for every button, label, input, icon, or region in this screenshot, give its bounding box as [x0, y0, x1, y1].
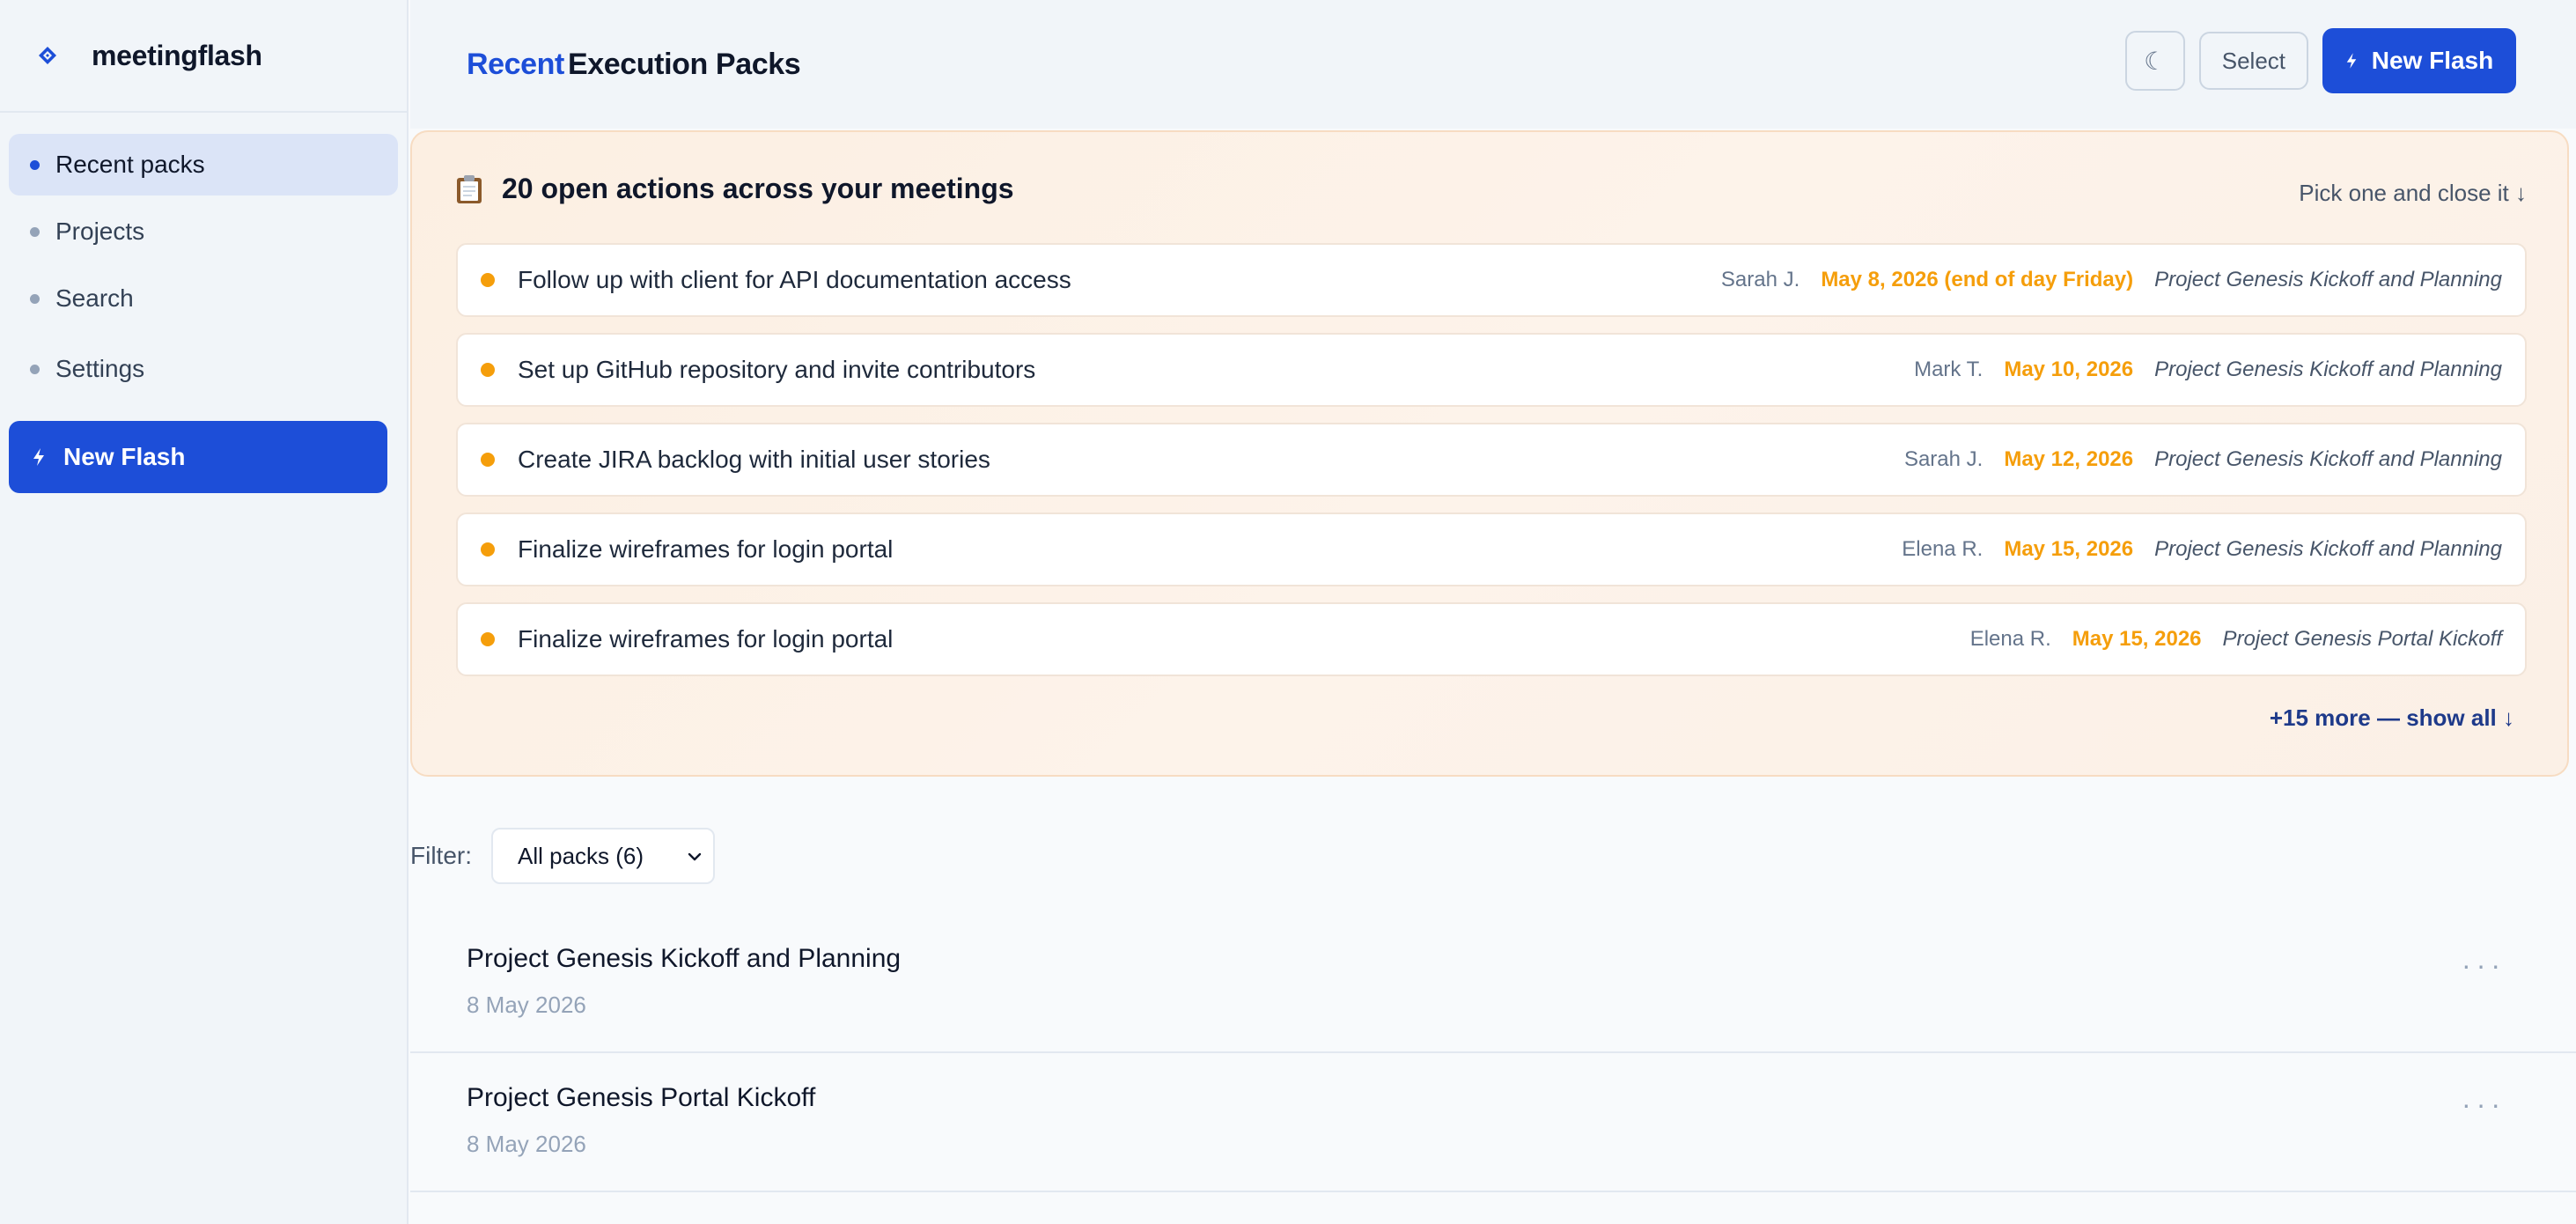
action-list: Follow up with client for API documentat… — [456, 243, 2527, 692]
new-flash-label: New Flash — [2371, 47, 2494, 74]
page-title-rest: Execution Packs — [567, 47, 801, 81]
pick-one-hint[interactable]: Pick one and close it ↓ — [2299, 180, 2527, 207]
status-dot-icon — [481, 453, 495, 467]
status-dot-icon — [481, 632, 495, 646]
sidebar-nav: Recent packs Projects Search Settings — [0, 113, 407, 400]
bolt-icon — [2345, 52, 2358, 70]
pack-row[interactable]: Project Genesis Kickoff and Planning 8 M… — [410, 914, 2576, 1053]
action-item[interactable]: Finalize wireframes for login portal Ele… — [456, 602, 2527, 676]
select-button[interactable]: Select — [2198, 32, 2308, 90]
sidebar-item-projects[interactable]: Projects — [9, 201, 398, 262]
status-dot-icon — [481, 542, 495, 557]
action-due-date: May 15, 2026 — [2004, 537, 2134, 561]
sidebar-item-label: Projects — [55, 218, 145, 245]
select-button-label: Select — [2221, 47, 2285, 74]
action-item[interactable]: Follow up with client for API documentat… — [456, 243, 2527, 317]
bullet-icon — [30, 364, 40, 374]
diamond-logo-icon — [33, 41, 62, 70]
filter-select[interactable]: All packs (6) — [491, 828, 715, 884]
sidebar-item-search[interactable]: Search — [9, 268, 398, 329]
pack-name: Project Genesis Kickoff and Planning — [467, 944, 902, 973]
sidebar-item-label: Settings — [55, 355, 145, 382]
chevron-down-icon — [685, 845, 704, 873]
bolt-icon — [32, 447, 46, 467]
action-owner: Sarah J. — [1903, 447, 1984, 471]
filter-selected-value: All packs (6) — [518, 842, 644, 869]
more-options-icon[interactable]: ··· — [2462, 949, 2506, 982]
sidebar: meetingflash Recent packs Projects Searc… — [0, 0, 408, 1224]
bullet-icon — [30, 226, 40, 237]
moon-icon: ☾ — [2144, 47, 2167, 75]
action-owner: Elena R. — [1902, 537, 1984, 561]
action-title: Set up GitHub repository and invite cont… — [518, 356, 1036, 383]
action-due-date: May 12, 2026 — [2004, 447, 2134, 471]
bullet-icon — [30, 293, 40, 304]
theme-toggle-button[interactable]: ☾ — [2124, 31, 2185, 91]
action-title: Follow up with client for API documentat… — [518, 266, 1071, 293]
app-name: meetingflash — [92, 39, 262, 71]
pack-list: Project Genesis Kickoff and Planning 8 M… — [410, 914, 2576, 1192]
status-dot-icon — [481, 273, 495, 287]
action-title: Finalize wireframes for login portal — [518, 625, 894, 653]
open-actions-panel: 20 open actions across your meetings Pic… — [410, 130, 2569, 777]
sidebar-item-recent-packs[interactable]: Recent packs — [9, 134, 398, 195]
action-project: Project Genesis Kickoff and Planning — [2154, 268, 2502, 291]
action-project: Project Genesis Kickoff and Planning — [2154, 447, 2502, 471]
pack-name: Project Genesis Portal Kickoff — [467, 1083, 816, 1112]
action-due-date: May 8, 2026 (end of day Friday) — [1821, 268, 2134, 291]
action-due-date: May 10, 2026 — [2004, 358, 2134, 381]
action-owner: Mark T. — [1914, 358, 1984, 381]
sidebar-new-flash-button[interactable]: New Flash — [9, 421, 387, 493]
open-actions-heading: 20 open actions across your meetings — [454, 173, 1014, 205]
pack-date: 8 May 2026 — [467, 992, 586, 1018]
action-due-date: May 15, 2026 — [2072, 627, 2202, 651]
page-title-accent: Recent — [467, 47, 564, 81]
bullet-icon — [30, 159, 40, 170]
page-title: Recent Execution Packs — [467, 47, 801, 82]
action-project: Project Genesis Kickoff and Planning — [2154, 537, 2502, 561]
action-owner: Sarah J. — [1720, 268, 1800, 291]
action-project: Project Genesis Kickoff and Planning — [2154, 358, 2502, 381]
action-title: Create JIRA backlog with initial user st… — [518, 446, 990, 473]
action-title: Finalize wireframes for login portal — [518, 535, 894, 563]
brand[interactable]: meetingflash — [0, 0, 407, 113]
action-project: Project Genesis Portal Kickoff — [2222, 627, 2502, 651]
status-dot-icon — [481, 363, 495, 377]
filter-bar: Filter: All packs (6) — [410, 828, 715, 884]
sidebar-item-label: Search — [55, 284, 134, 312]
filter-label: Filter: — [410, 842, 472, 869]
pack-date: 8 May 2026 — [467, 1131, 586, 1157]
page-header: Recent Execution Packs ☾ Select New Flash — [410, 0, 2576, 129]
action-item[interactable]: Set up GitHub repository and invite cont… — [456, 333, 2527, 407]
clipboard-icon — [454, 173, 484, 205]
action-item[interactable]: Finalize wireframes for login portal Ele… — [456, 512, 2527, 586]
show-all-link[interactable]: +15 more — show all ↓ — [2270, 704, 2514, 732]
action-item[interactable]: Create JIRA backlog with initial user st… — [456, 423, 2527, 497]
more-options-icon[interactable]: ··· — [2462, 1088, 2506, 1121]
pack-row[interactable]: Project Genesis Portal Kickoff 8 May 202… — [410, 1053, 2576, 1192]
sidebar-cta-label: New Flash — [63, 443, 186, 470]
open-actions-title: 20 open actions across your meetings — [502, 173, 1014, 204]
action-owner: Elena R. — [1969, 627, 2051, 651]
sidebar-item-settings[interactable]: Settings — [9, 338, 398, 400]
new-flash-button[interactable]: New Flash — [2322, 28, 2516, 93]
sidebar-item-label: Recent packs — [55, 151, 205, 178]
header-actions: ☾ Select New Flash — [2124, 28, 2516, 93]
